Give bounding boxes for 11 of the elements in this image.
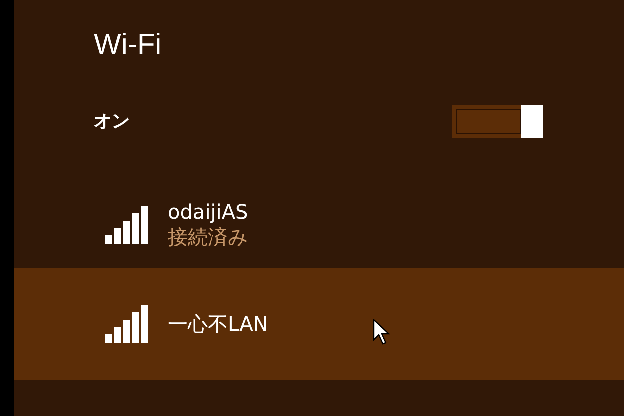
network-name: 一心不LAN [168,312,268,336]
toggle-switch[interactable] [452,104,543,138]
connection-status: 接続済み [168,224,248,250]
panel-title: Wi-Fi [94,29,162,61]
network-item[interactable]: 一心不LAN [14,268,624,380]
signal-icon [105,206,148,244]
network-item[interactable]: odaijiAS 接続済み [14,182,624,268]
signal-icon [105,305,148,343]
network-name: odaijiAS [168,200,248,224]
toggle-label: オン [94,110,130,133]
cursor-icon [373,319,391,346]
